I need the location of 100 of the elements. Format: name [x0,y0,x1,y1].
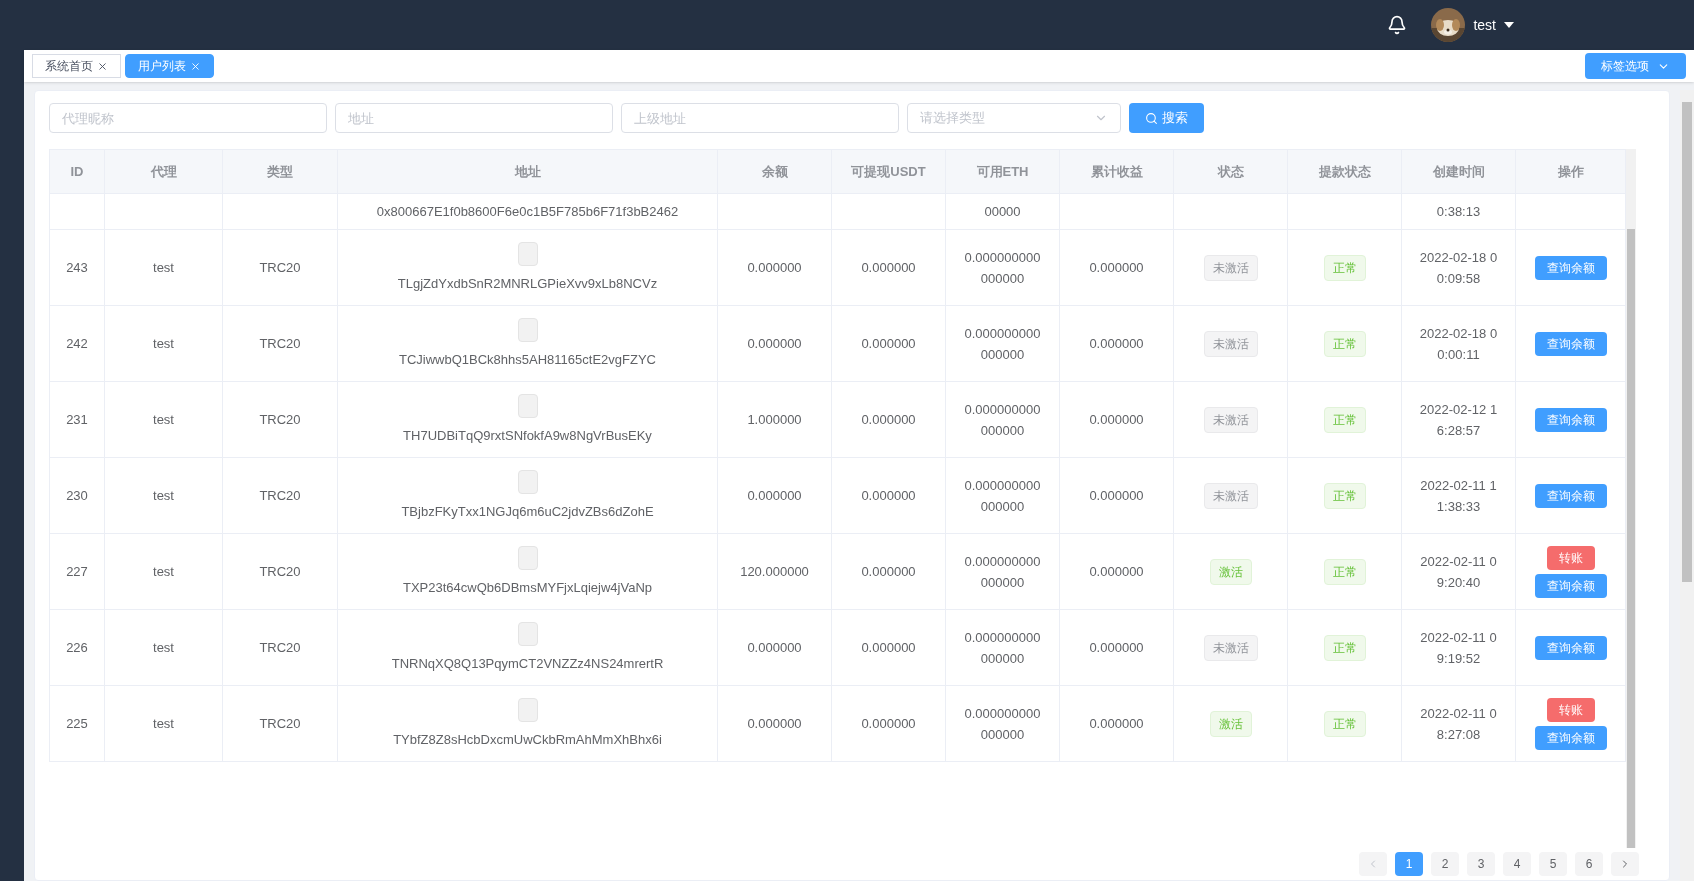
image-placeholder [517,621,538,646]
page-button[interactable]: 3 [1467,852,1495,876]
agent-text: test [153,259,174,275]
page-button[interactable]: 5 [1539,852,1567,876]
usdt-text: 0.000000 [861,715,916,731]
tab-options-button[interactable]: 标签选项 [1585,53,1686,79]
id-text: 243 [66,259,88,275]
caret-icon[interactable] [1504,22,1514,28]
query-balance-button[interactable]: 查询余额 [1534,407,1607,432]
query-balance-button[interactable]: 查询余额 [1534,725,1607,750]
usdt-text: 0.000000 [861,639,916,655]
withdraw-status-tag: 正常 [1323,710,1366,737]
id-text: 226 [66,639,88,655]
column-header: 余额 [717,149,832,194]
page-button[interactable]: 2 [1431,852,1459,876]
type-select[interactable]: 请选择类型 [907,103,1121,133]
notification-bell-icon[interactable] [1387,15,1408,35]
type-text: TRC20 [259,639,301,655]
tab[interactable]: 系统首页 [32,54,121,78]
column-header: 代理 [104,149,223,194]
balance-text: 0.000000 [747,259,802,275]
image-placeholder [517,469,538,494]
balance-text: 0.000000 [747,487,802,503]
transfer-button[interactable]: 转账 [1546,545,1595,570]
id-text: 230 [66,487,88,503]
username[interactable]: test [1473,14,1496,36]
withdraw-status-tag: 正常 [1323,482,1366,509]
profit-text: 0.000000 [1089,335,1144,351]
created-time: 2022-02-12 16:28:57 [1418,400,1499,440]
column-header: 可提现USDT [831,149,946,194]
id-text: 242 [66,335,88,351]
balance-text: 120.000000 [740,563,809,579]
type-text: TRC20 [259,487,301,503]
address-text: TXP23t64cwQb6DBmsMYFjxLqiejw4jVaNp [403,578,652,597]
type-text: TRC20 [259,563,301,579]
address-text: TNRNqXQ8Q13PqymCT2VNZZz4NS24mrertR [391,654,664,673]
withdraw-status-tag: 正常 [1323,330,1366,357]
created-time: 0:38:13 [1436,203,1481,219]
address-text: TBjbzFKyTxx1NGJq6m6uC2jdvZBs6dZohE [401,502,654,521]
usdt-text: 0.000000 [861,259,916,275]
type-text: TRC20 [259,411,301,427]
created-time: 2022-02-18 00:00:11 [1418,324,1499,364]
eth-text: 0.000000000000000 [963,324,1042,364]
eth-text: 0.000000000000000 [963,552,1042,592]
profit-text: 0.000000 [1089,487,1144,503]
type-text: TRC20 [259,259,301,275]
agent-text: test [153,335,174,351]
profit-text: 0.000000 [1089,715,1144,731]
eth-text: 0.000000000000000 [963,628,1042,668]
transfer-button[interactable]: 转账 [1546,697,1595,722]
balance-text: 0.000000 [747,639,802,655]
column-header: 操作 [1515,149,1626,194]
image-placeholder [517,545,538,570]
address-text: TYbfZ8Z8sHcbDxcmUwCkbRmAhMmXhBhx6i [393,730,662,749]
usdt-text: 0.000000 [861,411,916,427]
image-placeholder [517,317,538,342]
query-balance-button[interactable]: 查询余额 [1534,255,1607,280]
status-tag: 未激活 [1203,330,1258,357]
query-balance-button[interactable]: 查询余额 [1534,635,1607,660]
eth-text: 0.000000000000000 [963,400,1042,440]
search-icon [1145,111,1158,125]
address-text: TLgjZdYxdbSnR2MNRLGPieXvv9xLb8NCVz [397,274,658,293]
tab[interactable]: 用户列表 [125,54,214,78]
parent-address-field[interactable]: 上级地址 [621,103,899,133]
id-text: 225 [66,715,88,731]
search-button[interactable]: 搜索 [1129,103,1204,133]
page-scrollbar[interactable] [1680,90,1694,881]
column-header: 创建时间 [1401,149,1516,194]
status-tag: 激活 [1209,558,1252,585]
profit-text: 0.000000 [1089,563,1144,579]
image-placeholder [517,697,538,722]
query-balance-button[interactable]: 查询余额 [1534,573,1607,598]
query-balance-button[interactable]: 查询余额 [1534,483,1607,508]
page-button[interactable]: 6 [1575,852,1603,876]
created-time: 2022-02-11 09:19:52 [1419,628,1498,668]
close-icon[interactable] [97,60,108,72]
status-tag: 未激活 [1203,406,1258,433]
page-button[interactable]: 4 [1503,852,1531,876]
type-text: TRC20 [259,715,301,731]
table-scrollbar[interactable] [1626,149,1636,848]
column-header: 类型 [222,149,338,194]
created-time: 2022-02-11 08:27:08 [1419,704,1498,744]
withdraw-status-tag: 正常 [1323,558,1366,585]
agent-text: test [153,487,174,503]
address-field[interactable]: 地址 [335,103,613,133]
created-time: 2022-02-11 11:38:33 [1419,476,1498,516]
withdraw-status-tag: 正常 [1323,634,1366,661]
eth-text: 0.000000000000000 [963,476,1042,516]
page-button[interactable]: 1 [1395,852,1423,876]
image-placeholder [517,241,538,266]
query-balance-button[interactable]: 查询余额 [1534,331,1607,356]
column-header: 累计收益 [1059,149,1174,194]
status-tag: 未激活 [1203,482,1258,509]
agent-field[interactable]: 代理昵称 [49,103,327,133]
column-header: 可用ETH [945,149,1060,194]
status-tag: 未激活 [1203,634,1258,661]
withdraw-status-tag: 正常 [1323,406,1366,433]
image-placeholder [517,393,538,418]
column-header: 地址 [337,149,718,194]
balance-text: 0.000000 [747,715,802,731]
